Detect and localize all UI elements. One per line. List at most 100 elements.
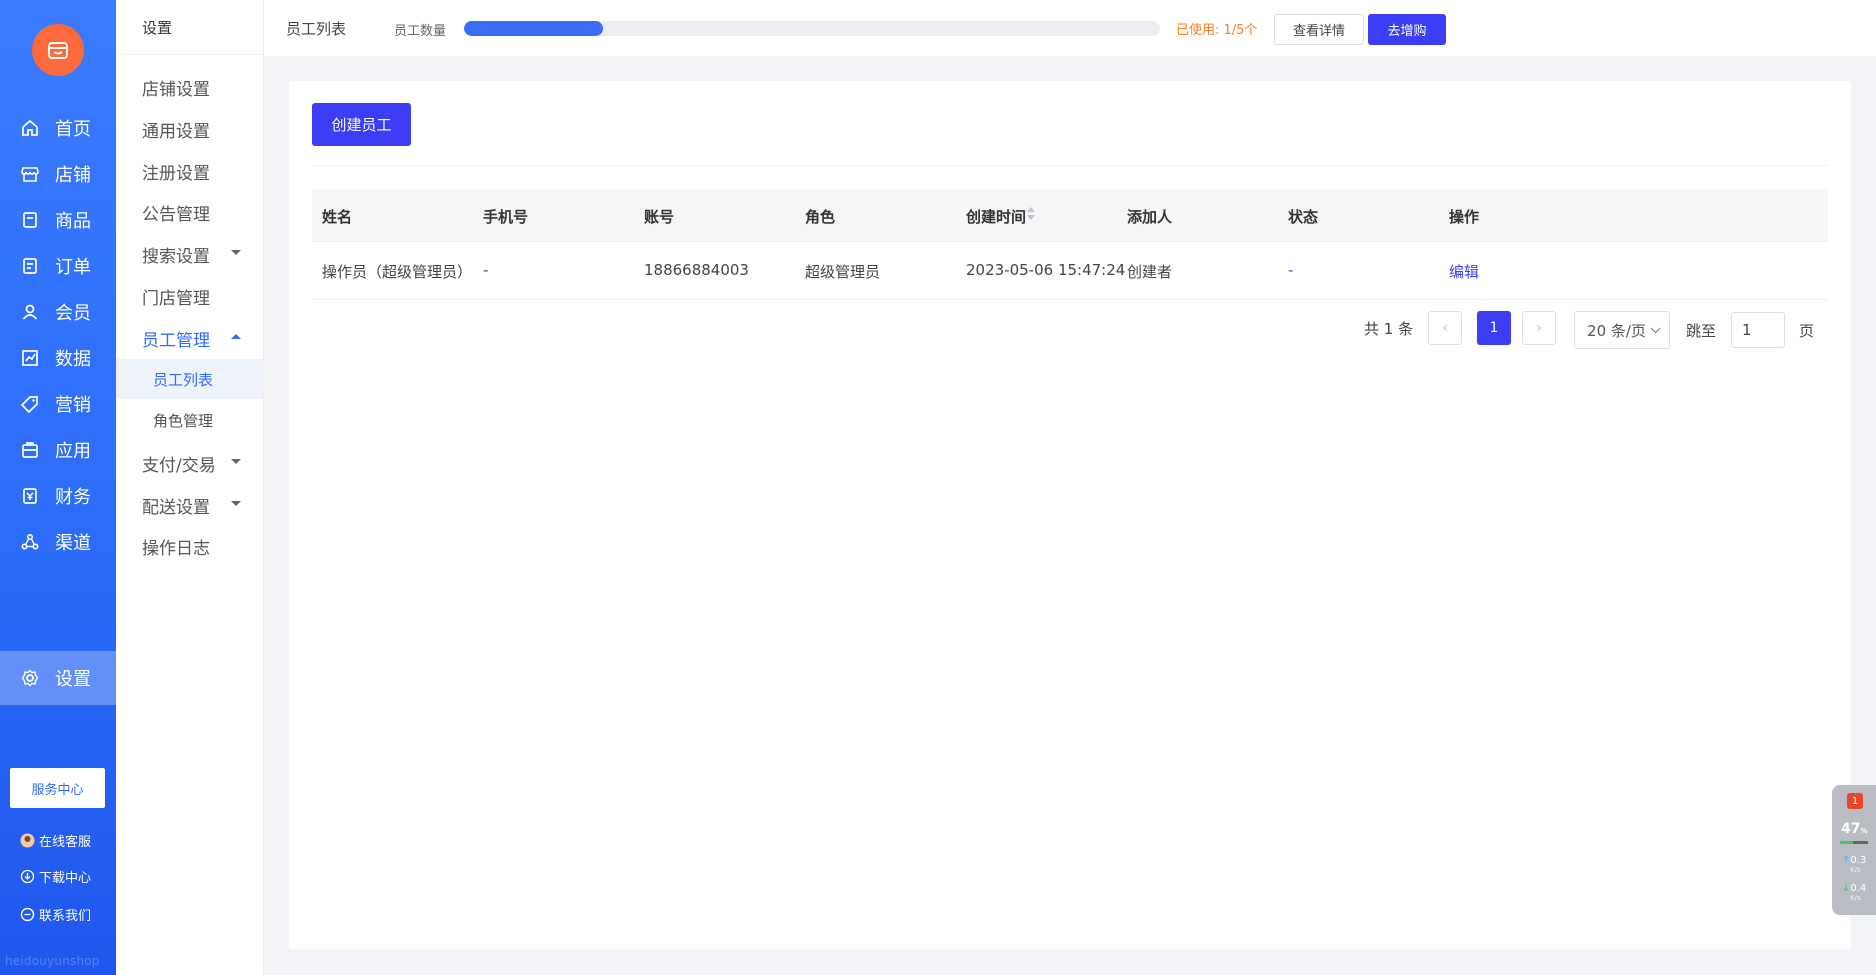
create-staff-button[interactable]: 创建员工 <box>312 103 411 146</box>
upload-speed: ↑0.3 K/s <box>1842 855 1867 874</box>
chevron-down-icon <box>1650 322 1661 333</box>
cell-role: 超级管理员 <box>805 263 881 281</box>
pagination-next-button[interactable]: › <box>1522 311 1556 345</box>
submenu-title: 设置 <box>116 0 263 55</box>
quota-label: 员工数量 <box>394 24 447 39</box>
side-link-label: 在线客服 <box>39 834 92 850</box>
store-logo[interactable] <box>32 24 84 76</box>
nav-label: 渠道 <box>55 533 91 554</box>
side-link-label: 下载中心 <box>39 870 92 886</box>
submenu-payment-trade[interactable]: 支付/交易 <box>116 444 263 482</box>
quota-progress-bar <box>464 21 1160 36</box>
nav-label: 应用 <box>55 441 91 462</box>
submenu-operation-log[interactable]: 操作日志 <box>116 527 263 565</box>
usage-bar <box>1840 841 1868 844</box>
table-row: 操作员（超级管理员） - 18866884003 超级管理员 2023-05-0… <box>312 242 1828 300</box>
submenu-register-settings[interactable]: 注册设置 <box>116 152 263 190</box>
column-header-added-by: 添加人 <box>1127 208 1173 226</box>
nav-label: 会员 <box>55 303 91 324</box>
nav-label: 设置 <box>55 669 91 690</box>
home-icon <box>20 118 40 138</box>
submenu-notice-management[interactable]: 公告管理 <box>116 193 263 231</box>
finance-icon <box>20 486 40 506</box>
chart-icon <box>20 348 40 368</box>
avatar-icon <box>20 833 35 848</box>
channel-icon <box>20 532 40 552</box>
nav-label: 首页 <box>55 119 91 140</box>
edit-link[interactable]: 编辑 <box>1449 261 1479 282</box>
contact-us-link[interactable]: 联系我们 <box>20 903 114 925</box>
primary-sidebar: 首页 店铺 商品 订单 会员 数据 营销 应用 财务 渠道 设置 服务中心 在线… <box>0 0 116 975</box>
page-size-select[interactable]: 20 条/页 <box>1574 311 1670 349</box>
submenu-staff-list[interactable]: 员工列表 <box>116 359 263 399</box>
submenu-general-settings[interactable]: 通用设置 <box>116 110 263 148</box>
shield-icon: 1 <box>1847 793 1863 809</box>
chevron-down-icon <box>231 459 241 464</box>
page-suffix-label: 页 <box>1799 322 1815 340</box>
column-header-phone: 手机号 <box>483 208 529 226</box>
top-bar: 员工列表 员工数量 已使用: 1/5个 查看详情 去增购 <box>264 0 1876 56</box>
sort-icon[interactable] <box>1027 207 1035 221</box>
divider <box>312 165 1828 166</box>
chat-icon <box>20 907 35 922</box>
nav-settings[interactable]: 设置 <box>0 651 116 705</box>
app-icon <box>20 440 40 460</box>
submenu-search-settings[interactable]: 搜索设置 <box>116 235 263 273</box>
settings-submenu: 设置 店铺设置 通用设置 注册设置 公告管理 搜索设置 门店管理 员工管理 员工… <box>116 0 264 975</box>
service-center-button[interactable]: 服务中心 <box>10 768 105 808</box>
nav-label: 商品 <box>55 211 91 232</box>
submenu-role-management[interactable]: 角色管理 <box>116 400 263 440</box>
jump-page-input[interactable] <box>1731 312 1785 348</box>
gear-icon <box>20 668 40 688</box>
goods-icon <box>20 210 40 230</box>
quota-progress-fill <box>464 21 604 36</box>
nav-channels[interactable]: 渠道 <box>0 515 116 569</box>
chevron-right-icon: › <box>1536 320 1542 336</box>
cell-account: 18866884003 <box>644 261 749 279</box>
nav-label: 订单 <box>55 257 91 278</box>
table-header: 姓名 手机号 账号 角色 创建时间 添加人 状态 操作 <box>312 189 1828 242</box>
column-header-name: 姓名 <box>322 208 353 226</box>
submenu-store-management[interactable]: 门店管理 <box>116 277 263 315</box>
chevron-down-icon <box>231 250 241 255</box>
cell-phone: - <box>483 261 489 279</box>
column-header-created-time[interactable]: 创建时间 <box>966 206 1026 227</box>
submenu-store-settings[interactable]: 店铺设置 <box>116 68 263 106</box>
pagination-prev-button[interactable]: ‹ <box>1428 311 1462 345</box>
download-icon <box>20 869 35 884</box>
brand-watermark: heidouyunshop <box>5 954 100 968</box>
cell-name: 操作员（超级管理员） <box>322 263 473 281</box>
submenu-staff-management[interactable]: 员工管理 <box>116 319 263 357</box>
jump-to-label: 跳至 <box>1686 322 1717 340</box>
column-header-actions: 操作 <box>1449 208 1480 226</box>
column-header-account: 账号 <box>644 208 675 226</box>
pagination-page-1[interactable]: 1 <box>1477 311 1511 345</box>
download-center-link[interactable]: 下载中心 <box>20 865 114 887</box>
chevron-up-icon <box>231 334 241 339</box>
column-header-status: 状态 <box>1288 208 1319 226</box>
buy-more-button[interactable]: 去增购 <box>1368 14 1446 45</box>
online-support-link[interactable]: 在线客服 <box>20 829 114 851</box>
tag-icon <box>20 394 40 414</box>
side-link-label: 联系我们 <box>39 908 92 924</box>
page-title: 员工列表 <box>286 20 347 38</box>
shop-icon <box>48 42 68 59</box>
nav-label: 店铺 <box>55 165 91 186</box>
store-icon <box>20 164 40 184</box>
column-header-role: 角色 <box>805 208 836 226</box>
cell-status: - <box>1288 261 1294 279</box>
nav-label: 数据 <box>55 349 91 370</box>
view-details-button[interactable]: 查看详情 <box>1274 14 1364 45</box>
order-icon <box>20 256 40 276</box>
chevron-down-icon <box>231 501 241 506</box>
nav-label: 营销 <box>55 395 91 416</box>
page-size-value: 20 条/页 <box>1587 321 1646 340</box>
user-icon <box>20 302 40 322</box>
nav-label: 财务 <box>55 487 91 508</box>
cell-created-time: 2023-05-06 15:47:24 <box>966 261 1126 279</box>
pagination-total: 共 1 条 <box>1364 320 1414 338</box>
system-monitor-widget[interactable]: 1 47% ↑0.3 K/s ↓0.4 K/s <box>1832 785 1876 915</box>
quota-used-text: 已使用: 1/5个 <box>1176 23 1258 38</box>
submenu-delivery-settings[interactable]: 配送设置 <box>116 486 263 524</box>
download-speed: ↓0.4 K/s <box>1842 883 1867 902</box>
